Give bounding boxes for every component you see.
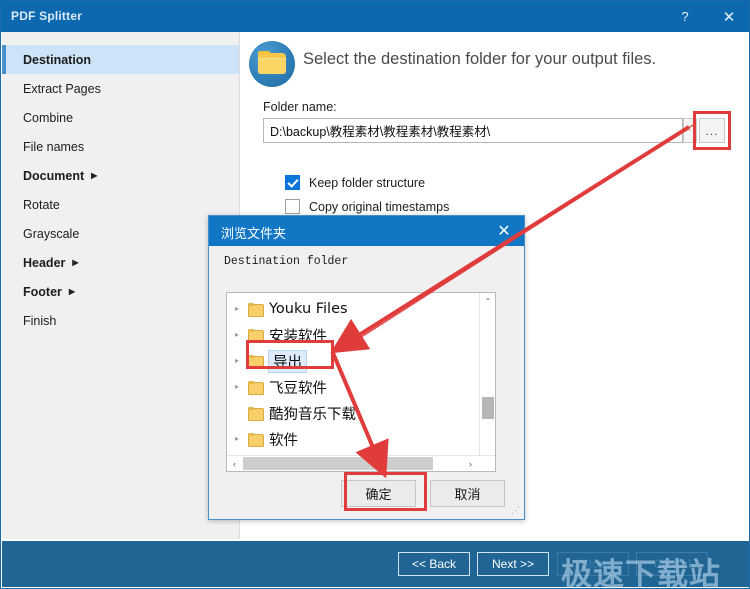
expander-icon[interactable]: ▸ bbox=[235, 331, 248, 339]
scroll-left-icon[interactable]: ‹ bbox=[227, 456, 242, 471]
sidebar-item-footer[interactable]: Footer ▶ bbox=[2, 277, 239, 306]
pdf-splitter-window: PDF Splitter ? ✕ Destination Extract Pag… bbox=[0, 0, 750, 589]
help-icon[interactable]: ? bbox=[663, 1, 707, 32]
dialog-close-icon[interactable]: ✕ bbox=[484, 216, 524, 246]
folder-tree[interactable]: ▸ Youku Files ▸ 安装软件 ▸ 导出 ▸ 飞豆软件 酷狗音乐下载 … bbox=[226, 292, 496, 472]
back-button[interactable]: << Back bbox=[398, 552, 470, 576]
sidebar-item-rotate[interactable]: Rotate bbox=[2, 190, 239, 219]
scroll-right-icon[interactable]: › bbox=[463, 456, 478, 471]
sidebar-item-label: Document bbox=[23, 168, 85, 183]
folder-icon bbox=[248, 433, 264, 447]
sidebar-item-finish[interactable]: Finish bbox=[2, 306, 239, 335]
chevron-right-icon: ▶ bbox=[68, 286, 76, 296]
tree-item-selected[interactable]: ▸ 导出 bbox=[227, 348, 477, 374]
sidebar-item-label: Header bbox=[23, 255, 66, 270]
keep-folder-structure-label: Keep folder structure bbox=[309, 175, 426, 190]
tree-item-label: 酷狗音乐下载 bbox=[269, 406, 356, 423]
path-dropdown-button[interactable]: · bbox=[683, 118, 697, 143]
dialog-title-bar: 浏览文件夹 ✕ bbox=[209, 216, 524, 246]
folder-path-input[interactable] bbox=[263, 118, 683, 143]
dialog-subtitle: Destination folder bbox=[224, 255, 349, 268]
sidebar-item-label: Extract Pages bbox=[23, 81, 101, 96]
sidebar-item-label: Footer bbox=[23, 284, 62, 299]
page-title: Select the destination folder for your o… bbox=[303, 50, 657, 68]
sidebar-item-extract-pages[interactable]: Extract Pages bbox=[2, 74, 239, 103]
sidebar: Destination Extract Pages Combine File n… bbox=[2, 32, 240, 539]
dialog-title: 浏览文件夹 bbox=[221, 227, 287, 242]
sidebar-item-grayscale[interactable]: Grayscale bbox=[2, 219, 239, 248]
tree-item[interactable]: ▸ 飞豆软件 bbox=[227, 374, 477, 400]
tree-item[interactable]: ▸ 安装软件 bbox=[227, 322, 477, 348]
stop-button[interactable]: Stop bbox=[557, 552, 629, 576]
copy-original-timestamps-checkbox[interactable] bbox=[285, 199, 300, 214]
wizard-bottom-bar: << Back Next >> Stop Cancel bbox=[2, 541, 749, 587]
window-title: PDF Splitter bbox=[11, 9, 83, 23]
sidebar-item-header[interactable]: Header ▶ bbox=[2, 248, 239, 277]
folder-icon bbox=[248, 303, 264, 317]
expander-icon[interactable]: ▸ bbox=[235, 383, 248, 391]
tree-item-label: 软件 bbox=[269, 432, 298, 449]
dialog-cancel-button[interactable]: 取消 bbox=[430, 480, 505, 507]
folder-icon bbox=[248, 381, 264, 395]
copy-original-timestamps-row[interactable]: Copy original timestamps bbox=[285, 199, 449, 214]
close-icon[interactable]: ✕ bbox=[707, 1, 749, 32]
dialog-ok-button[interactable]: 确定 bbox=[341, 480, 416, 507]
sidebar-item-file-names[interactable]: File names bbox=[2, 132, 239, 161]
window-title-bar: PDF Splitter ? ✕ bbox=[1, 1, 749, 32]
chevron-right-icon: ▶ bbox=[91, 170, 98, 180]
chevron-right-icon: ▶ bbox=[72, 257, 79, 267]
tree-item-label: 安装软件 bbox=[269, 328, 327, 345]
expander-icon[interactable]: ▸ bbox=[235, 305, 248, 313]
sidebar-item-destination[interactable]: Destination bbox=[2, 45, 239, 74]
tree-item[interactable]: ▸ 软件 bbox=[227, 426, 477, 452]
tree-vertical-scrollbar[interactable]: ⌃ ⌄ bbox=[479, 293, 495, 471]
sidebar-item-document[interactable]: Document ▶ bbox=[2, 161, 239, 190]
folder-icon bbox=[248, 355, 264, 369]
tree-horizontal-scrollbar[interactable]: ‹ › bbox=[227, 455, 495, 471]
sidebar-item-label: Rotate bbox=[23, 197, 60, 212]
keep-folder-structure-row[interactable]: Keep folder structure bbox=[285, 175, 425, 190]
browse-folder-button[interactable]: ... bbox=[699, 118, 725, 143]
browse-folder-dialog: 浏览文件夹 ✕ Destination folder ▸ Youku Files… bbox=[208, 215, 525, 520]
scroll-up-icon[interactable]: ⌃ bbox=[480, 293, 495, 310]
sidebar-item-combine[interactable]: Combine bbox=[2, 103, 239, 132]
tree-item[interactable]: 酷狗音乐下载 bbox=[227, 400, 477, 426]
cancel-button[interactable]: Cancel bbox=[636, 552, 708, 576]
expander-icon[interactable]: ▸ bbox=[235, 357, 248, 365]
tree-item-label: 飞豆软件 bbox=[269, 380, 327, 397]
expander-icon[interactable]: ▸ bbox=[235, 435, 248, 443]
folder-icon bbox=[249, 41, 295, 87]
sidebar-item-label: Finish bbox=[23, 313, 57, 328]
resize-grip-icon[interactable]: ⋰ bbox=[511, 505, 520, 516]
folder-icon bbox=[248, 329, 264, 343]
next-button[interactable]: Next >> bbox=[477, 552, 549, 576]
copy-original-timestamps-label: Copy original timestamps bbox=[309, 199, 450, 214]
scrollbar-thumb[interactable] bbox=[482, 397, 494, 419]
tree-item[interactable]: ▸ Youku Files bbox=[227, 296, 477, 322]
sidebar-item-label: Grayscale bbox=[23, 226, 80, 241]
scrollbar-thumb[interactable] bbox=[243, 457, 433, 470]
sidebar-item-label: Destination bbox=[23, 52, 92, 67]
folder-name-label: Folder name: bbox=[263, 100, 337, 114]
tree-item-label: Youku Files bbox=[269, 301, 348, 317]
sidebar-item-label: Combine bbox=[23, 110, 74, 125]
folder-icon bbox=[248, 407, 264, 421]
keep-folder-structure-checkbox[interactable] bbox=[285, 175, 300, 190]
tree-item-label: 导出 bbox=[268, 349, 307, 373]
sidebar-item-label: File names bbox=[23, 139, 85, 154]
